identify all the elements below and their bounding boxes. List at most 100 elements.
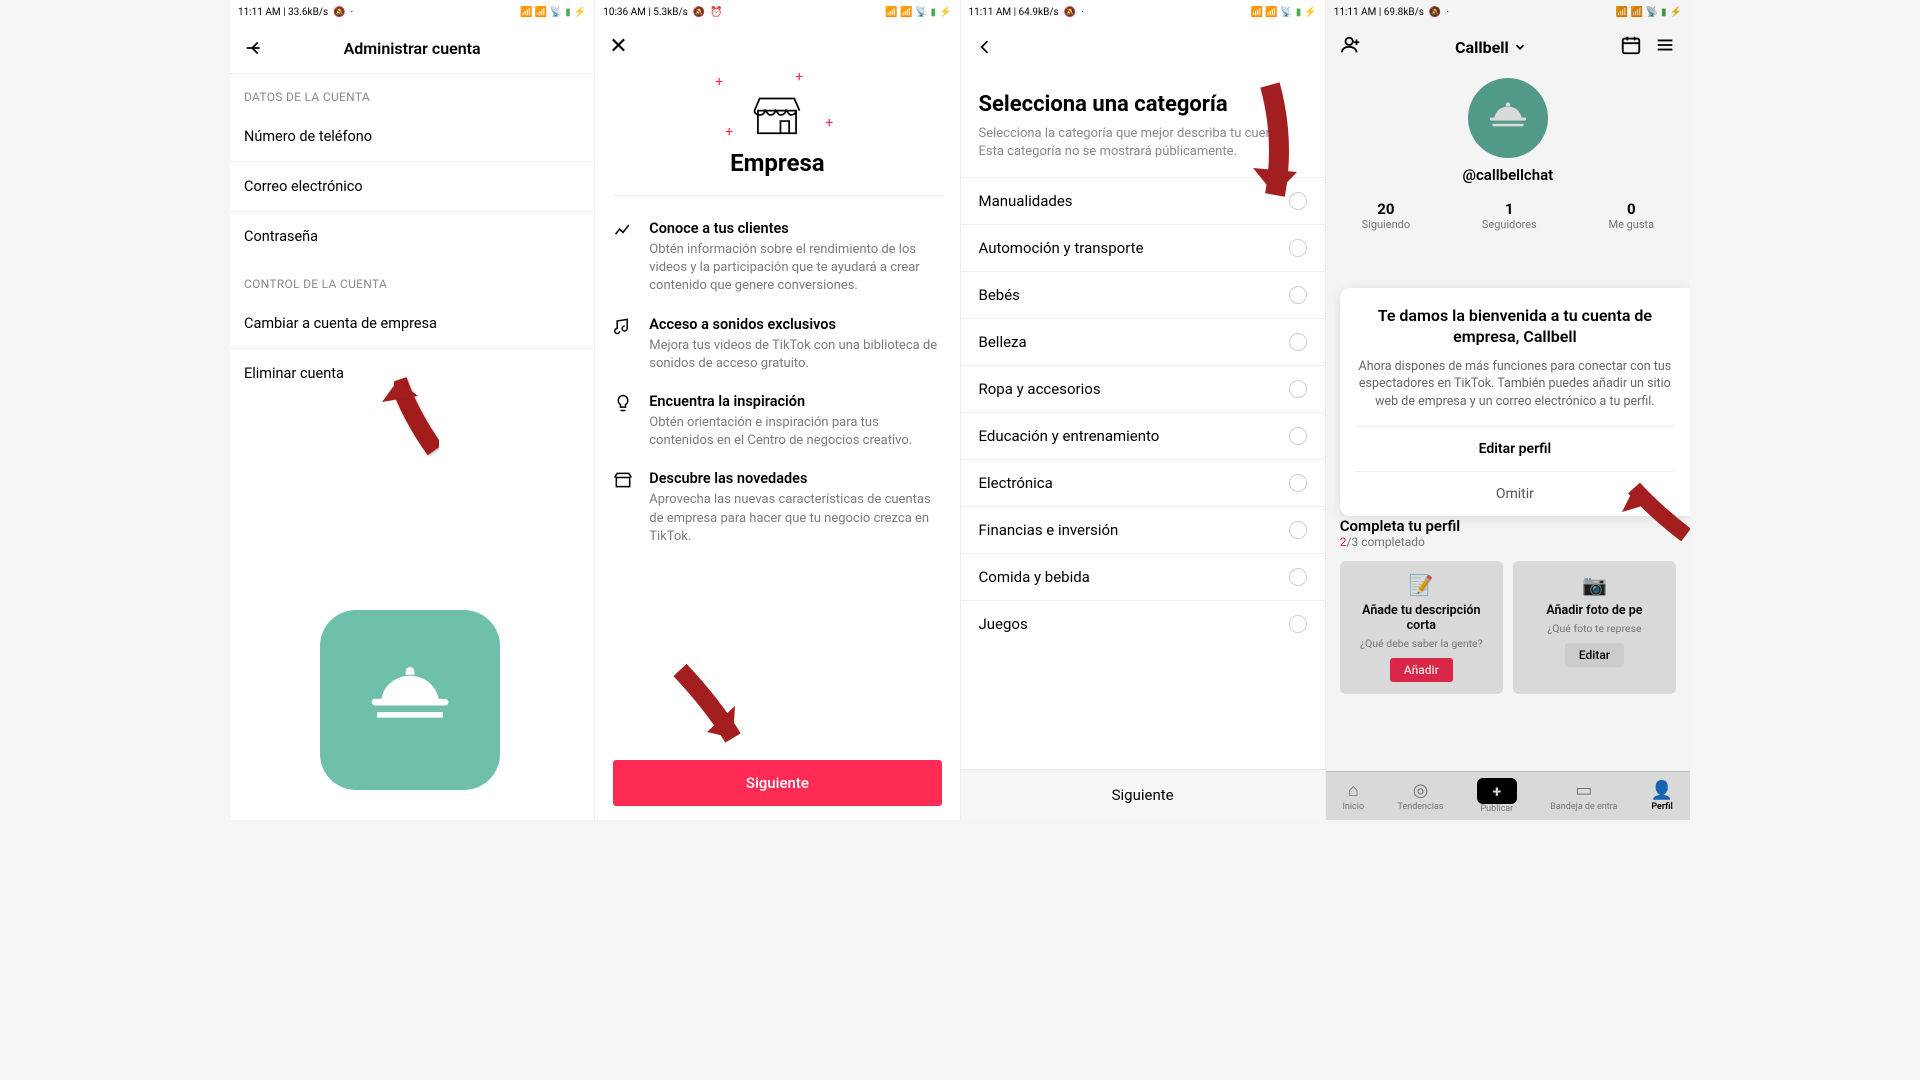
radio-icon xyxy=(1289,192,1307,210)
cat-item[interactable]: Bebés xyxy=(961,271,1325,318)
clock: 11:11 AM | 69.8kB/s xyxy=(1334,7,1424,18)
radio-icon xyxy=(1289,474,1307,492)
next-button[interactable]: Siguiente xyxy=(961,769,1325,820)
status-bar: 10:36 AM | 5.3kB/s 🔕 ⏰ 📶 📶 📡▮⚡ xyxy=(595,0,959,24)
clock: 11:11 AM | 33.6kB/s xyxy=(238,7,328,18)
tab-profile[interactable]: 👤Perfil xyxy=(1651,780,1673,812)
handle: @callbellchat xyxy=(1326,166,1690,194)
alarm-icon: ⏰ xyxy=(710,7,722,18)
cat-item[interactable]: Educación y entrenamiento xyxy=(961,412,1325,459)
screen-profile-welcome: 11:11 AM | 69.8kB/s 🔕 · 📶 📶 📡▮⚡ Callbell… xyxy=(1326,0,1690,820)
row-switch-business[interactable]: Cambiar a cuenta de empresa xyxy=(230,299,594,349)
store-small-icon xyxy=(613,470,635,546)
battery-icon: ▮ xyxy=(1661,7,1667,18)
note-icon: 📝 xyxy=(1348,573,1495,597)
signal-icon: 📶 📶 📡 xyxy=(1250,7,1292,18)
modal-body: Ahora dispones de más funciones para con… xyxy=(1356,358,1674,427)
header: Administrar cuenta xyxy=(230,24,594,74)
tab-trends[interactable]: ◎Tendencias xyxy=(1398,780,1444,812)
cat-item[interactable]: Ropa y accesorios xyxy=(961,365,1325,412)
compass-icon: ◎ xyxy=(1398,780,1444,801)
card-photo: 📷 Añadir foto de pe ¿Qué foto te represe… xyxy=(1513,561,1676,694)
page-title: Empresa xyxy=(613,149,941,196)
cat-item[interactable]: Juegos xyxy=(961,600,1325,647)
tab-home[interactable]: ⌂Inicio xyxy=(1342,780,1364,812)
feature-sounds: Acceso a sonidos exclusivosMejora tus vi… xyxy=(595,306,959,383)
status-bar: 11:11 AM | 64.9kB/s 🔕 · 📶 📶 📡▮⚡ xyxy=(961,0,1325,24)
screen-business-intro: 10:36 AM | 5.3kB/s 🔕 ⏰ 📶 📶 📡▮⚡ ✕ + + + +… xyxy=(595,0,960,820)
radio-icon xyxy=(1289,521,1307,539)
radio-icon xyxy=(1289,333,1307,351)
back-chevron-icon[interactable] xyxy=(975,37,999,61)
welcome-modal: Te damos la bienvenida a tu cuenta de em… xyxy=(1340,288,1690,516)
stat-followers[interactable]: 1Seguidores xyxy=(1482,200,1537,231)
signal-icon: 📶 📶 📡 xyxy=(885,7,927,18)
section-account-control: CONTROL DE LA CUENTA xyxy=(230,261,594,299)
calendar-icon[interactable] xyxy=(1620,34,1642,60)
row-phone[interactable]: Número de teléfono xyxy=(230,112,594,162)
mute-icon: 🔕 xyxy=(1064,7,1076,18)
feature-inspiration: Encuentra la inspiraciónObtén orientació… xyxy=(595,383,959,460)
tab-inbox[interactable]: ▭Bandeja de entra xyxy=(1550,780,1617,812)
cat-item[interactable]: Comida y bebida xyxy=(961,553,1325,600)
stat-following[interactable]: 20Siguiendo xyxy=(1362,200,1411,231)
complete-profile-section: Completa tu perfil 2/3 completado 📝 Añad… xyxy=(1326,503,1690,708)
lightbulb-icon xyxy=(613,393,635,450)
menu-icon[interactable] xyxy=(1654,34,1676,60)
row-delete-account[interactable]: Eliminar cuenta xyxy=(230,349,594,398)
cat-item[interactable]: Financias e inversión xyxy=(961,506,1325,553)
back-arrow-icon[interactable] xyxy=(244,37,268,61)
add-bio-button[interactable]: Añadir xyxy=(1390,658,1453,682)
page-subtitle: Selecciona la categoría que mejor descri… xyxy=(961,125,1325,177)
row-password[interactable]: Contraseña xyxy=(230,212,594,261)
skip-button[interactable]: Omitir xyxy=(1356,471,1674,516)
radio-icon xyxy=(1289,615,1307,633)
battery-icon: ▮ xyxy=(931,7,937,18)
clock: 11:11 AM | 64.9kB/s xyxy=(969,7,1059,18)
inbox-icon: ▭ xyxy=(1550,780,1617,801)
signal-icon: 📶 📶 📡 xyxy=(520,7,562,18)
edit-profile-button[interactable]: Editar perfil xyxy=(1356,426,1674,471)
profile-header: Callbell xyxy=(1326,24,1690,70)
chevron-down-icon xyxy=(1513,40,1527,54)
feature-analytics: Conoce a tus clientesObtén información s… xyxy=(595,210,959,306)
tab-publish[interactable]: +Publicar xyxy=(1477,778,1517,814)
close-icon[interactable]: ✕ xyxy=(595,24,959,69)
category-list: Manualidades Automoción y transporte Beb… xyxy=(961,177,1325,647)
store-icon: + + + + xyxy=(595,69,959,149)
home-icon: ⌂ xyxy=(1342,780,1364,801)
cat-item[interactable]: Electrónica xyxy=(961,459,1325,506)
cat-item[interactable]: Automoción y transporte xyxy=(961,224,1325,271)
next-button[interactable]: Siguiente xyxy=(613,760,941,806)
page-title: Administrar cuenta xyxy=(268,39,556,58)
signal-icon: 📶 📶 📡 xyxy=(1616,7,1658,18)
status-bar: 11:11 AM | 33.6kB/s 🔕 · 📶 📶 📡▮⚡ xyxy=(230,0,594,24)
stats-row: 20Siguiendo 1Seguidores 0Me gusta xyxy=(1326,194,1690,247)
analytics-icon xyxy=(613,220,635,296)
status-bar: 11:11 AM | 69.8kB/s 🔕 · 📶 📶 📡▮⚡ xyxy=(1326,0,1690,24)
stat-likes[interactable]: 0Me gusta xyxy=(1608,200,1654,231)
screen-manage-account: 11:11 AM | 33.6kB/s 🔕 · 📶 📶 📡▮⚡ Administ… xyxy=(230,0,595,820)
callbell-logo-icon xyxy=(320,610,500,790)
radio-icon xyxy=(1289,380,1307,398)
modal-title: Te damos la bienvenida a tu cuenta de em… xyxy=(1356,306,1674,358)
edit-photo-button[interactable]: Editar xyxy=(1565,643,1624,667)
account-switcher[interactable]: Callbell xyxy=(1455,38,1527,57)
battery-icon: ▮ xyxy=(565,7,571,18)
mute-icon: 🔕 xyxy=(693,7,705,18)
row-email[interactable]: Correo electrónico xyxy=(230,162,594,212)
add-user-icon[interactable] xyxy=(1340,34,1362,60)
radio-icon xyxy=(1289,427,1307,445)
clock: 10:36 AM | 5.3kB/s xyxy=(603,7,688,18)
header xyxy=(961,24,1325,74)
radio-icon xyxy=(1289,568,1307,586)
screen-select-category: 11:11 AM | 64.9kB/s 🔕 · 📶 📶 📡▮⚡ Seleccio… xyxy=(961,0,1326,820)
avatar[interactable] xyxy=(1468,78,1548,158)
page-title: Selecciona una categoría xyxy=(961,74,1325,125)
music-icon xyxy=(613,316,635,373)
cat-item[interactable]: Manualidades xyxy=(961,177,1325,224)
card-bio: 📝 Añade tu descripción corta ¿Qué debe s… xyxy=(1340,561,1503,694)
cat-item[interactable]: Belleza xyxy=(961,318,1325,365)
section-account-data: DATOS DE LA CUENTA xyxy=(230,74,594,112)
mute-icon: 🔕 xyxy=(333,7,345,18)
